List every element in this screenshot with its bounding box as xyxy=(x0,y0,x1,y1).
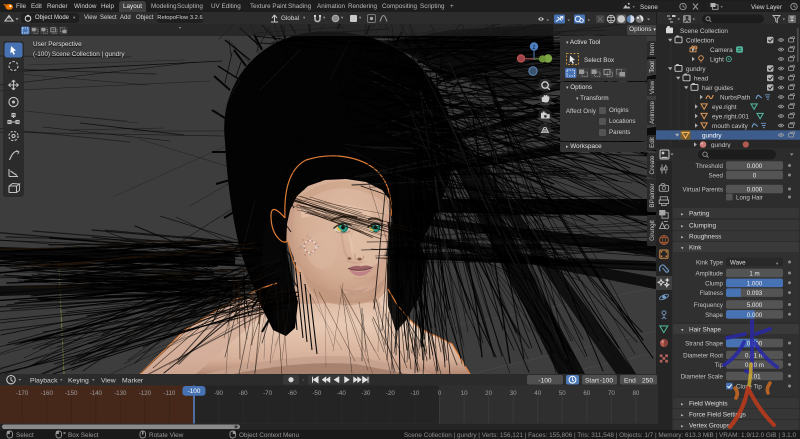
svg-text:-30: -30 xyxy=(361,390,371,397)
svg-text:▸: ▸ xyxy=(681,234,684,240)
svg-text:gundry: gundry xyxy=(686,66,706,73)
svg-text:Select: Select xyxy=(16,432,34,439)
svg-text:0.000: 0.000 xyxy=(747,163,763,170)
svg-text:30: 30 xyxy=(510,390,517,397)
svg-text:80: 80 xyxy=(632,390,639,397)
svg-text:NurbsPath: NurbsPath xyxy=(720,94,751,101)
svg-text:Box Select: Box Select xyxy=(68,432,99,439)
svg-text:Animate: Animate xyxy=(649,100,656,124)
svg-text:▾: ▾ xyxy=(681,245,684,251)
svg-text:250: 250 xyxy=(642,377,653,384)
svg-text:-110: -110 xyxy=(163,390,175,397)
svg-text:-90: -90 xyxy=(214,390,224,397)
svg-text:-100: -100 xyxy=(600,377,614,384)
svg-text:-20: -20 xyxy=(386,390,396,397)
svg-text:View: View xyxy=(649,80,656,94)
svg-text:Light: Light xyxy=(710,56,724,63)
svg-text:End: End xyxy=(624,377,636,384)
svg-text:-10: -10 xyxy=(410,390,420,397)
svg-text:Tool: Tool xyxy=(649,61,656,73)
svg-text:Grungit: Grungit xyxy=(649,220,656,241)
svg-text:-160: -160 xyxy=(41,390,54,397)
svg-text:Scene: Scene xyxy=(640,4,658,11)
svg-text:Edit: Edit xyxy=(649,137,656,148)
svg-text:Clump: Clump xyxy=(705,280,723,287)
svg-text:Object Context Menu: Object Context Menu xyxy=(239,432,299,439)
svg-text:50: 50 xyxy=(559,390,566,397)
svg-text:-150: -150 xyxy=(65,390,78,397)
svg-text:gundry: gundry xyxy=(702,132,722,139)
svg-text:eye.right: eye.right xyxy=(712,104,737,111)
svg-text:▸: ▸ xyxy=(681,412,684,418)
svg-text:0: 0 xyxy=(438,390,442,397)
svg-text:Kink: Kink xyxy=(689,245,702,252)
svg-text:-70: -70 xyxy=(263,390,273,397)
svg-text:Amplitude: Amplitude xyxy=(695,271,723,278)
svg-text:-130: -130 xyxy=(114,390,127,397)
svg-text:0: 0 xyxy=(753,173,757,180)
svg-text:Seed: Seed xyxy=(709,173,724,180)
svg-text:60: 60 xyxy=(583,390,590,397)
svg-text:-40: -40 xyxy=(337,390,347,397)
svg-text:eye.right.001: eye.right.001 xyxy=(712,113,749,120)
svg-text:1.000: 1.000 xyxy=(747,280,763,287)
svg-text:z: z xyxy=(533,45,536,51)
svg-text:-120: -120 xyxy=(139,390,152,397)
svg-text:-140: -140 xyxy=(90,390,103,397)
svg-text:-60: -60 xyxy=(288,390,298,397)
svg-text:Start: Start xyxy=(585,377,599,384)
svg-text:-50: -50 xyxy=(312,390,322,397)
svg-text:40: 40 xyxy=(534,390,541,397)
svg-text:Keying: Keying xyxy=(68,377,89,384)
svg-text:Long Hair: Long Hair xyxy=(736,195,763,202)
svg-text:▸: ▸ xyxy=(681,401,684,407)
svg-text:Create: Create xyxy=(649,155,656,174)
svg-text:BPainter: BPainter xyxy=(649,183,656,207)
svg-text:70: 70 xyxy=(608,390,615,397)
svg-text:Threshold: Threshold xyxy=(695,163,723,170)
svg-text:Collection: Collection xyxy=(686,37,715,44)
svg-text:Kink Type: Kink Type xyxy=(696,260,724,267)
svg-text:hair guides: hair guides xyxy=(702,85,733,92)
svg-text:Flatness: Flatness xyxy=(700,290,723,297)
svg-text:-100: -100 xyxy=(188,388,201,395)
svg-text:-80: -80 xyxy=(239,390,249,397)
svg-text:Scene Collection: Scene Collection xyxy=(680,28,728,35)
svg-text:10: 10 xyxy=(461,390,468,397)
svg-text:▸: ▸ xyxy=(681,211,684,217)
svg-text:Wave: Wave xyxy=(730,259,746,266)
svg-text:Parting: Parting xyxy=(689,211,710,218)
svg-text:Playback: Playback xyxy=(30,377,58,384)
svg-text:mouth cavity: mouth cavity xyxy=(712,123,749,130)
svg-text:0.000: 0.000 xyxy=(747,187,763,194)
svg-text:Item: Item xyxy=(649,43,656,55)
svg-text:▸: ▸ xyxy=(681,223,684,229)
svg-text:Virtual Parents: Virtual Parents xyxy=(683,187,723,194)
svg-text:▾: ▾ xyxy=(681,327,684,333)
svg-text:head: head xyxy=(694,75,709,82)
svg-text:-170: -170 xyxy=(16,390,29,397)
svg-text:Rotate View: Rotate View xyxy=(149,432,184,439)
svg-text:Clumping: Clumping xyxy=(689,223,716,230)
svg-text:1 m: 1 m xyxy=(749,271,759,278)
svg-text:Roughness: Roughness xyxy=(689,234,721,241)
svg-text:20: 20 xyxy=(485,390,492,397)
svg-text:0.093: 0.093 xyxy=(747,290,763,297)
svg-text:Camera: Camera xyxy=(710,47,733,54)
svg-text:View Layer: View Layer xyxy=(751,4,782,11)
svg-text:View: View xyxy=(101,377,116,384)
svg-text:▸: ▸ xyxy=(681,423,684,429)
svg-text:-100: -100 xyxy=(538,377,552,384)
svg-text:Marker: Marker xyxy=(122,377,144,384)
